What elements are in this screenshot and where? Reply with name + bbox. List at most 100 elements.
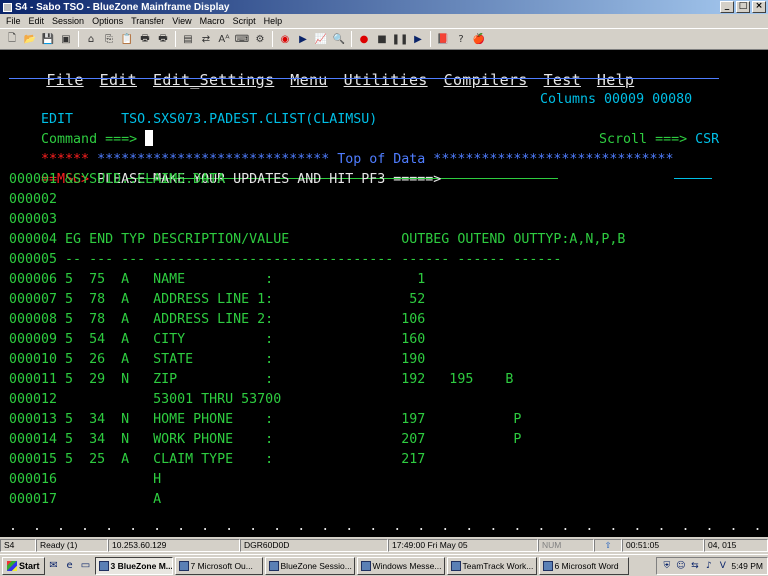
print-setup-icon[interactable]: ⌂ bbox=[83, 31, 99, 47]
play-macro-icon[interactable]: ▶ bbox=[410, 31, 426, 47]
line-text[interactable]: 5 26 A STATE : 190 bbox=[57, 352, 425, 367]
taskbar-button[interactable]: Windows Messe... bbox=[356, 556, 445, 575]
line-number[interactable]: 000011 bbox=[9, 372, 57, 387]
network-icon[interactable]: ⇆ bbox=[689, 560, 700, 571]
editor-line[interactable]: 000006 5 75 A NAME : 1 bbox=[9, 270, 425, 290]
line-number[interactable]: 000002 bbox=[9, 192, 57, 207]
line-number[interactable]: 000014 bbox=[9, 432, 57, 447]
ispf-menu-edit[interactable]: Edit bbox=[100, 71, 137, 89]
font-icon[interactable]: Aᴬ bbox=[216, 31, 232, 47]
editor-line[interactable]: 000005 -- --- --- ----------------------… bbox=[9, 250, 561, 270]
print-icon[interactable]: 🖶 bbox=[137, 31, 153, 47]
desktop-quicklaunch-icon[interactable]: ▭ bbox=[79, 559, 93, 573]
ispf-menu-menu[interactable]: Menu bbox=[290, 71, 327, 89]
disk-icon[interactable]: ▣ bbox=[58, 31, 74, 47]
line-text[interactable]: 5 75 A NAME : 1 bbox=[57, 272, 425, 287]
line-number[interactable]: 000012 bbox=[9, 392, 57, 407]
play-icon[interactable]: ▶ bbox=[295, 31, 311, 47]
menu-file[interactable]: File bbox=[2, 16, 25, 26]
line-text[interactable]: A bbox=[57, 492, 161, 507]
minimize-button[interactable]: _ bbox=[720, 1, 734, 13]
editor-line[interactable]: 000011 5 29 N ZIP : 192 195 B bbox=[9, 370, 513, 390]
menu-session[interactable]: Session bbox=[48, 16, 88, 26]
line-number[interactable]: 000015 bbox=[9, 452, 57, 467]
macro-icon[interactable]: ⚙ bbox=[252, 31, 268, 47]
open-icon[interactable]: 📂 bbox=[22, 31, 38, 47]
line-text[interactable]: EG END TYP DESCRIPTION/VALUE OUTBEG OUTE… bbox=[57, 232, 625, 247]
menu-help[interactable]: Help bbox=[260, 16, 287, 26]
line-number[interactable]: 000013 bbox=[9, 412, 57, 427]
menu-script[interactable]: Script bbox=[229, 16, 260, 26]
volume-icon[interactable]: ♪ bbox=[703, 560, 714, 571]
editor-line[interactable]: 000016 H bbox=[9, 470, 161, 490]
menu-edit[interactable]: Edit bbox=[25, 16, 49, 26]
maximize-button[interactable]: □ bbox=[736, 1, 750, 13]
line-text[interactable]: 5 54 A CITY : 160 bbox=[57, 332, 425, 347]
scroll-input[interactable]: CSR bbox=[695, 132, 719, 147]
menu-options[interactable]: Options bbox=[88, 16, 127, 26]
ispf-menu-help[interactable]: Help bbox=[597, 71, 634, 89]
line-number[interactable]: 000003 bbox=[9, 212, 57, 227]
copy-icon[interactable]: ⎘ bbox=[101, 31, 117, 47]
taskbar-button[interactable]: 3 BlueZone M... bbox=[94, 556, 173, 575]
taskbar-button[interactable]: BlueZone Sessio... bbox=[264, 556, 355, 575]
line-number[interactable]: 000006 bbox=[9, 272, 57, 287]
screen-icon[interactable]: ▤ bbox=[180, 31, 196, 47]
editor-line[interactable]: 000008 5 78 A ADDRESS LINE 2: 106 bbox=[9, 310, 425, 330]
line-text[interactable]: -- --- --- -----------------------------… bbox=[57, 252, 561, 267]
help-icon[interactable]: ? bbox=[453, 31, 469, 47]
menu-macro[interactable]: Macro bbox=[196, 16, 229, 26]
taskbar-button[interactable]: TeamTrack Work... bbox=[446, 556, 537, 575]
editor-line[interactable]: 000015 5 25 A CLAIM TYPE : 217 bbox=[9, 450, 425, 470]
line-number[interactable]: 000001 bbox=[9, 172, 57, 187]
editor-line[interactable]: 000010 5 26 A STATE : 190 bbox=[9, 350, 425, 370]
save-icon[interactable]: 💾 bbox=[40, 31, 56, 47]
close-button[interactable]: × bbox=[752, 1, 766, 13]
editor-line[interactable]: 000007 5 78 A ADDRESS LINE 1: 52 bbox=[9, 290, 425, 310]
ispf-menu-edit-settings[interactable]: Edit_Settings bbox=[153, 71, 274, 89]
antivirus-icon[interactable]: V bbox=[717, 560, 728, 571]
ispf-menu-test[interactable]: Test bbox=[544, 71, 581, 89]
line-number[interactable]: 000005 bbox=[9, 252, 57, 267]
graph-icon[interactable]: 📈 bbox=[313, 31, 329, 47]
start-button[interactable]: Start bbox=[2, 556, 45, 575]
line-text[interactable]: H bbox=[57, 472, 161, 487]
line-number[interactable]: 000017 bbox=[9, 492, 57, 507]
line-number[interactable]: 000008 bbox=[9, 312, 57, 327]
taskbar-button[interactable]: 7 Microsoft Ou... bbox=[174, 556, 263, 575]
keyboard-icon[interactable]: ⌨ bbox=[234, 31, 250, 47]
print2-icon[interactable]: 🖶 bbox=[155, 31, 171, 47]
messenger-icon[interactable]: ☺ bbox=[675, 560, 686, 571]
line-number[interactable]: 000010 bbox=[9, 352, 57, 367]
editor-line[interactable]: 000001 &SYSUID..CLAIMS.DATA bbox=[9, 170, 225, 190]
stop-icon[interactable]: ■ bbox=[374, 31, 390, 47]
editor-line[interactable]: 000009 5 54 A CITY : 160 bbox=[9, 330, 425, 350]
editor-line[interactable]: 000014 5 34 N WORK PHONE : 207 P bbox=[9, 430, 521, 450]
editor-line[interactable]: 000013 5 34 N HOME PHONE : 197 P bbox=[9, 410, 521, 430]
apple-icon[interactable]: 🍎 bbox=[471, 31, 487, 47]
paste-icon[interactable]: 📋 bbox=[119, 31, 135, 47]
line-number[interactable]: 000004 bbox=[9, 232, 57, 247]
line-text[interactable]: 53001 THRU 53700 bbox=[57, 392, 281, 407]
line-text[interactable]: &SYSUID..CLAIMS.DATA bbox=[57, 172, 225, 187]
ispf-menu-file[interactable]: File bbox=[46, 71, 83, 89]
menu-transfer[interactable]: Transfer bbox=[127, 16, 168, 26]
outlook-quicklaunch-icon[interactable]: ✉ bbox=[47, 559, 61, 573]
line-number[interactable]: 000009 bbox=[9, 332, 57, 347]
editor-line[interactable]: 000017 A bbox=[9, 490, 161, 510]
book-icon[interactable]: 📕 bbox=[435, 31, 451, 47]
line-text[interactable]: 5 25 A CLAIM TYPE : 217 bbox=[57, 452, 425, 467]
line-text[interactable]: 5 78 A ADDRESS LINE 2: 106 bbox=[57, 312, 425, 327]
new-icon[interactable]: 🗋 bbox=[4, 31, 20, 47]
terminal-screen[interactable]: File Edit Edit_Settings Menu Utilities Compil… bbox=[0, 50, 768, 537]
line-text[interactable]: 5 78 A ADDRESS LINE 1: 52 bbox=[57, 292, 425, 307]
zoom-icon[interactable]: 🔍 bbox=[331, 31, 347, 47]
line-text[interactable]: 5 29 N ZIP : 192 195 B bbox=[57, 372, 513, 387]
shield-icon[interactable]: ⛨ bbox=[661, 560, 672, 571]
record-macro-icon[interactable]: ● bbox=[356, 31, 372, 47]
ie-quicklaunch-icon[interactable]: e bbox=[63, 559, 77, 573]
ispf-menu-utilities[interactable]: Utilities bbox=[344, 71, 428, 89]
line-text[interactable]: 5 34 N HOME PHONE : 197 P bbox=[57, 412, 521, 427]
taskbar-button[interactable]: 6 Microsoft Word bbox=[538, 556, 629, 575]
menu-view[interactable]: View bbox=[168, 16, 195, 26]
